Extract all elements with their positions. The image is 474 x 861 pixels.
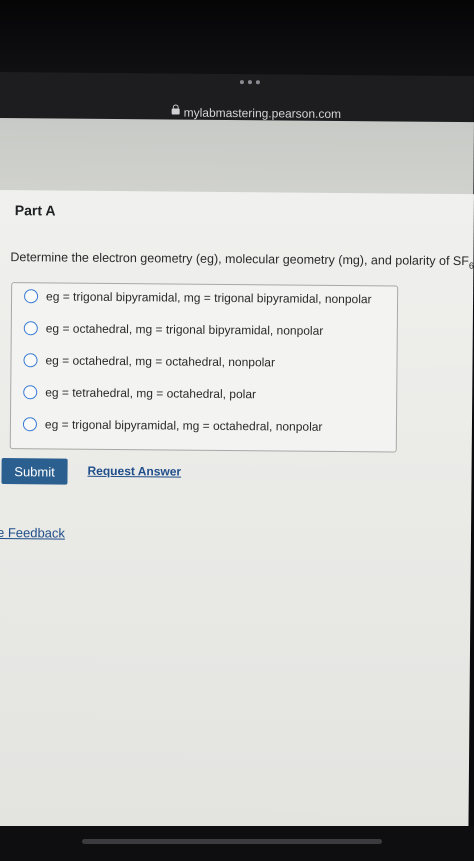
option-2[interactable]: eg = octahedral, mg = trigonal bipyramid… — [23, 321, 324, 338]
request-answer-link[interactable]: Request Answer — [87, 464, 181, 479]
question-text: Determine the electron geometry (eg), mo… — [10, 250, 474, 271]
content-page: Part A Determine the electron geometry (… — [0, 190, 474, 835]
option-3[interactable]: eg = octahedral, mg = octahedral, nonpol… — [23, 353, 275, 369]
address-bar[interactable]: mylabmastering.pearson.com — [172, 105, 342, 121]
option-label: eg = trigonal bipyramidal, mg = octahedr… — [44, 417, 323, 434]
option-label: eg = octahedral, mg = trigonal bipyramid… — [45, 321, 324, 338]
option-4[interactable]: eg = tetrahedral, mg = octahedral, polar — [23, 385, 256, 401]
option-1[interactable]: eg = trigonal bipyramidal, mg = trigonal… — [24, 289, 372, 306]
option-label: eg = octahedral, mg = octahedral, nonpol… — [45, 353, 276, 370]
submit-button[interactable]: Submit — [1, 458, 68, 485]
more-dots-icon[interactable] — [239, 80, 260, 85]
part-title: Part A — [14, 202, 56, 219]
option-label: eg = tetrahedral, mg = octahedral, polar — [45, 385, 257, 402]
radio-button[interactable] — [23, 353, 38, 368]
radio-button[interactable] — [23, 321, 38, 336]
answer-options-box: eg = trigonal bipyramidal, mg = trigonal… — [9, 282, 399, 453]
url-text: mylabmastering.pearson.com — [183, 105, 342, 121]
option-5[interactable]: eg = trigonal bipyramidal, mg = octahedr… — [22, 417, 323, 434]
home-indicator[interactable] — [82, 839, 382, 844]
question-prefix: Determine the electron geometry (eg), mo… — [10, 250, 469, 269]
lock-icon — [172, 108, 180, 116]
radio-button[interactable] — [22, 417, 38, 432]
option-label: eg = trigonal bipyramidal, mg = trigonal… — [46, 289, 372, 307]
radio-button[interactable] — [23, 385, 38, 400]
top-dark-area — [0, 0, 474, 80]
feedback-link[interactable]: e Feedback — [0, 525, 65, 541]
radio-button[interactable] — [24, 289, 39, 304]
